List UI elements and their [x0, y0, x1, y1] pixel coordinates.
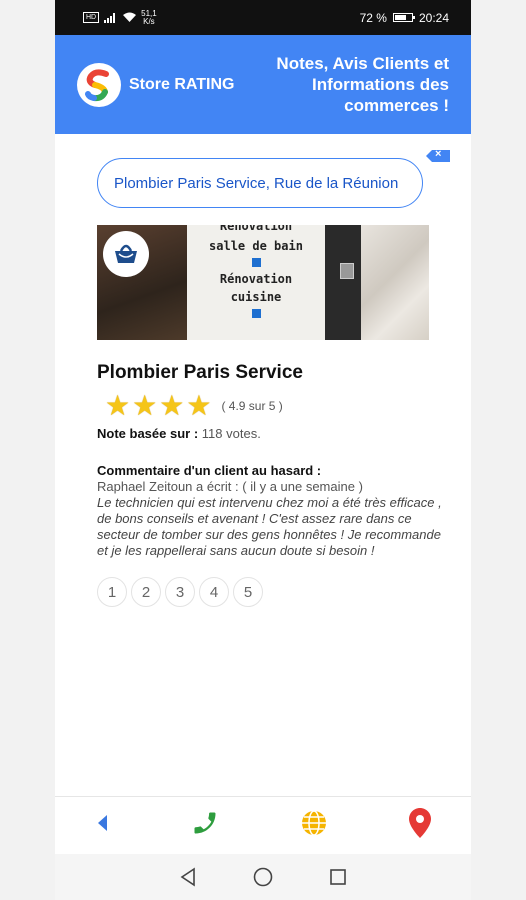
star-icon: ★ [186, 390, 212, 421]
page-button-3[interactable]: 3 [165, 577, 195, 607]
page-button-2[interactable]: 2 [131, 577, 161, 607]
store-rating-logo-icon [77, 62, 121, 107]
shop-basket-icon [103, 231, 149, 277]
system-navigation-bar [55, 854, 471, 900]
page-button-4[interactable]: 4 [199, 577, 229, 607]
nav-back-icon[interactable] [178, 867, 198, 887]
net-speed: 51,1 K/s [141, 8, 157, 26]
votes-label: Note basée sur : [97, 426, 199, 441]
search-input[interactable] [97, 158, 423, 208]
star-icon: ★ [132, 390, 158, 421]
star-icon: ★ [105, 390, 131, 421]
review-text: Le technicien qui est intervenu chez moi… [97, 495, 442, 558]
review-title: Commentaire d'un client au hasard : [97, 463, 322, 478]
status-bar: HD 51,1 K/s 72 % 20:24 [55, 0, 471, 35]
header-tagline: Notes, Avis Clients et Informations des … [276, 54, 449, 115]
search-box [97, 150, 450, 208]
star-icon: ★ [159, 390, 185, 421]
globe-icon[interactable] [300, 809, 328, 842]
battery-percent: 72 % [359, 10, 387, 25]
business-photo: Rénovation salle de bain Rénovation cuis… [97, 225, 429, 340]
nav-home-icon[interactable] [252, 866, 274, 888]
photo-sign: Rénovation salle de bain Rénovation cuis… [187, 225, 325, 340]
hd-badge: HD [83, 12, 100, 23]
nav-recents-icon[interactable] [328, 867, 348, 887]
wifi-icon [123, 12, 137, 22]
rating-text: ( 4.9 sur 5 ) [221, 399, 283, 413]
clock: 20:24 [418, 10, 449, 25]
review-pagination: 1 2 3 4 5 [97, 577, 471, 607]
rating-row: ★ ★ ★ ★ ( 4.9 sur 5 ) [105, 392, 471, 420]
random-review: Commentaire d'un client au hasard : Raph… [97, 463, 449, 559]
map-pin-icon[interactable] [408, 808, 431, 843]
action-bar [55, 796, 471, 854]
brand-name: Store RATING [129, 75, 235, 93]
votes-count: 118 votes. [201, 426, 261, 441]
page-button-1[interactable]: 1 [97, 577, 127, 607]
arrow-left-icon[interactable] [96, 814, 110, 837]
votes-line: Note basée sur : 118 votes. [97, 426, 471, 441]
app-screen: HD 51,1 K/s 72 % 20:24 Store RATING Note… [55, 0, 471, 900]
app-header: Store RATING Notes, Avis Clients et Info… [55, 35, 471, 134]
signal-icon [104, 13, 116, 23]
page-button-5[interactable]: 5 [233, 577, 263, 607]
battery-icon [392, 13, 415, 22]
brand[interactable]: Store RATING [77, 62, 235, 107]
clear-search-icon[interactable] [426, 150, 450, 162]
review-author: Raphael Zeitoun a écrit : ( il y a une s… [97, 479, 363, 494]
business-name: Plombier Paris Service [97, 362, 303, 383]
phone-icon[interactable] [191, 809, 219, 842]
star-rating: ★ ★ ★ ★ [105, 392, 211, 420]
